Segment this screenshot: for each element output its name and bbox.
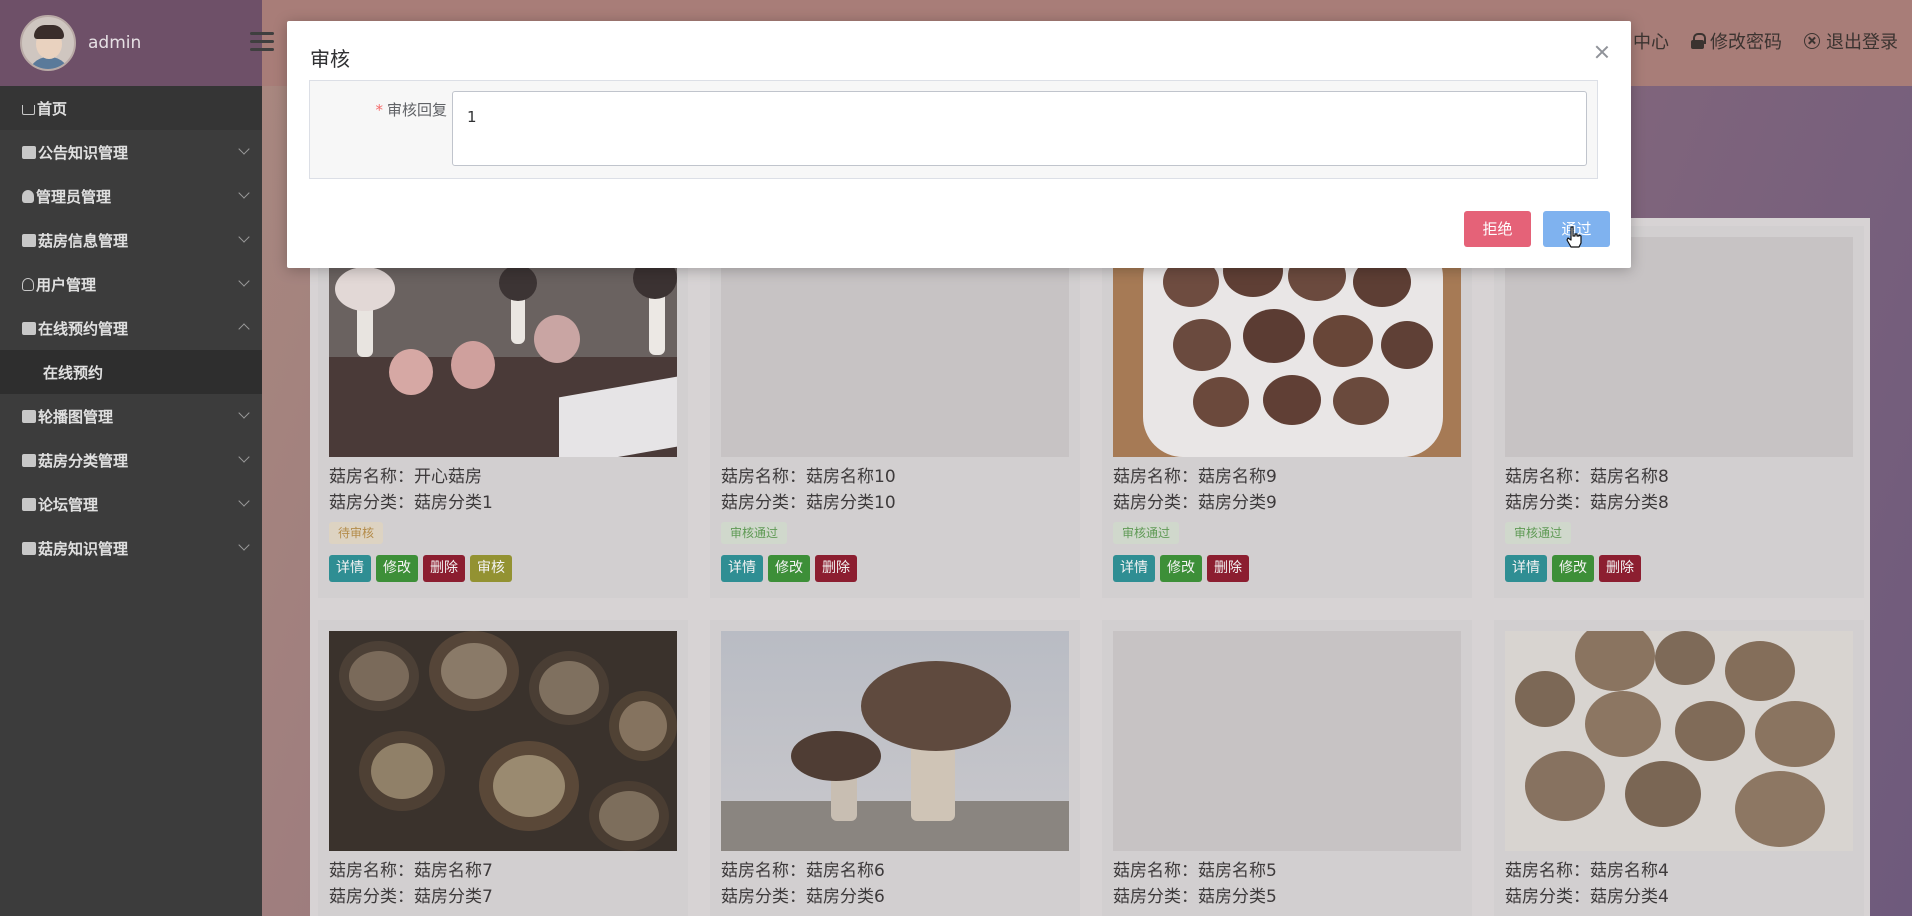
reply-label: * 审核回复 [375, 99, 447, 120]
dialog-title: 审核 [310, 47, 350, 71]
required-mark: * [375, 101, 383, 119]
audit-form: * 审核回复 1 [309, 80, 1598, 179]
reject-button[interactable]: 拒绝 [1464, 211, 1531, 247]
close-icon[interactable] [1595, 45, 1609, 59]
audit-dialog: 审核 * 审核回复 1 拒绝 通过 [287, 21, 1631, 268]
audit-reply-textarea[interactable]: 1 [452, 91, 1587, 166]
reply-label-text: 审核回复 [386, 101, 447, 119]
hand-cursor-icon [1566, 226, 1582, 248]
